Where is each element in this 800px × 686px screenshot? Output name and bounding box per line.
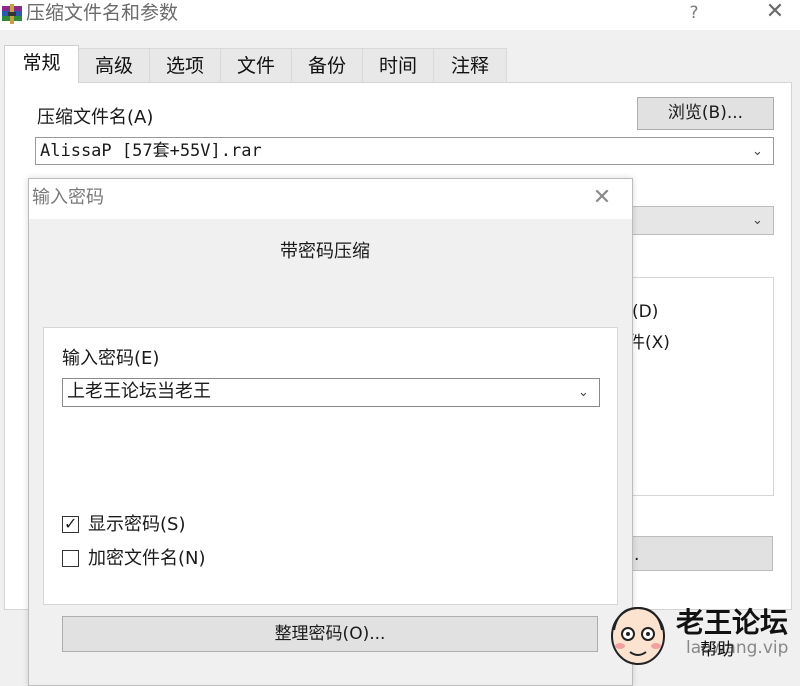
help-button[interactable]: ?	[682, 2, 706, 24]
chevron-down-icon[interactable]: ⌄	[752, 214, 763, 228]
close-icon[interactable]: ✕	[589, 186, 615, 212]
archive-option-partial-1[interactable]: (D)	[632, 300, 658, 324]
tab-general[interactable]: 常规	[4, 45, 79, 83]
old-man-face-logo	[611, 606, 665, 665]
password-dialog-title: 输入密码	[32, 187, 104, 208]
archive-name-value[interactable]: AlissaP [57套+55V].rar	[40, 139, 262, 163]
show-password-label[interactable]: 显示密码(S)	[88, 513, 185, 537]
organize-passwords-button[interactable]: 整理密码(O)...	[62, 616, 598, 652]
partial-button-label: .	[634, 545, 640, 565]
encrypt-filenames-label[interactable]: 加密文件名(N)	[88, 547, 206, 571]
winrar-books-icon	[2, 4, 22, 24]
chevron-down-icon[interactable]: ⌄	[752, 145, 763, 159]
checkmark-icon: ✓	[64, 514, 78, 533]
window-title: 压缩文件名和参数	[26, 2, 179, 24]
help-overlay-text: 帮助	[700, 640, 734, 660]
password-dialog-heading-text: 带密码压缩	[280, 241, 370, 262]
password-dialog-titlebar	[29, 179, 632, 219]
tab-comment[interactable]: 注释	[433, 48, 507, 82]
tab-options[interactable]: 选项	[149, 48, 221, 82]
password-label: 输入密码(E)	[62, 348, 160, 369]
close-icon[interactable]: ✕	[762, 0, 788, 26]
tab-backup[interactable]: 备份	[291, 48, 363, 82]
archive-name-label: 压缩文件名(A)	[37, 107, 154, 128]
encrypt-filenames-checkbox[interactable]	[62, 550, 79, 567]
browse-button[interactable]: 浏览(B)...	[637, 97, 774, 130]
chevron-down-icon[interactable]: ⌄	[578, 386, 589, 400]
archive-option-partial-2[interactable]: 件(X)	[628, 331, 670, 355]
tab-advanced[interactable]: 高级	[78, 48, 150, 82]
watermark-site-name: 老王论坛	[676, 606, 789, 639]
tab-time[interactable]: 时间	[362, 48, 434, 82]
tab-files[interactable]: 文件	[220, 48, 292, 82]
password-value[interactable]: 上老王论坛当老王	[67, 380, 211, 404]
